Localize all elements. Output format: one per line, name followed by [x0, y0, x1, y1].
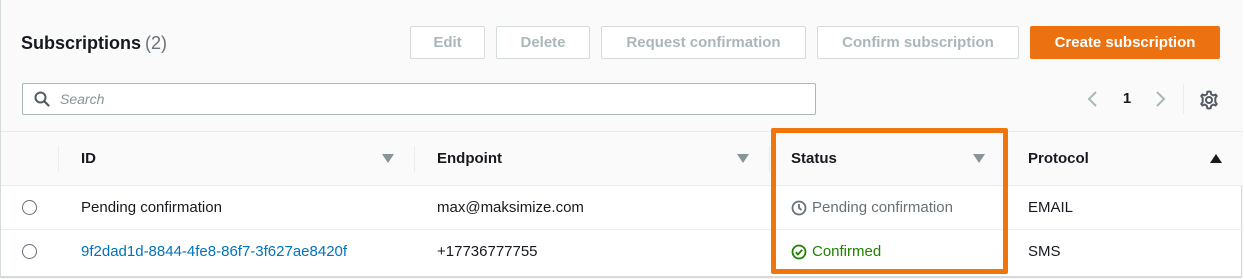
sort-up-icon[interactable]: [1210, 154, 1222, 163]
panel-title: Subscriptions (2): [21, 31, 167, 55]
pager-divider: [1183, 84, 1184, 114]
search-placeholder: Search: [60, 91, 105, 107]
sort-down-icon[interactable]: [382, 154, 394, 163]
cell-endpoint: max@maksimize.com: [437, 199, 584, 216]
subscription-id-link[interactable]: 9f2dad1d-8844-4fe8-86f7-3f627ae8420f: [81, 230, 347, 274]
check-circle-icon: [791, 244, 807, 260]
row-select-radio[interactable]: [22, 200, 37, 215]
request-confirmation-button[interactable]: Request confirmation: [601, 26, 806, 59]
subscriptions-panel: Subscriptions (2) Edit Delete Request con…: [0, 0, 1243, 277]
search-icon: [34, 91, 50, 107]
panel-header: Subscriptions (2) Edit Delete Request con…: [1, 0, 1243, 132]
column-header-status[interactable]: Status: [791, 132, 837, 186]
cell-status: Confirmed: [791, 230, 881, 274]
chevron-left-icon[interactable]: [1083, 87, 1103, 111]
gear-icon[interactable]: [1198, 89, 1220, 111]
chevron-right-icon[interactable]: [1150, 87, 1170, 111]
status-text: Confirmed: [812, 243, 882, 260]
status-text: Pending confirmation: [812, 199, 953, 216]
confirm-subscription-button[interactable]: Confirm subscription: [817, 26, 1019, 59]
title-text: Subscriptions: [21, 33, 142, 53]
cell-id: Pending confirmation: [81, 199, 222, 216]
sort-down-icon[interactable]: [973, 154, 985, 163]
column-divider: [769, 146, 770, 172]
column-divider: [1005, 146, 1006, 172]
search-input[interactable]: Search: [22, 83, 816, 115]
current-page[interactable]: 1: [1117, 87, 1137, 111]
create-subscription-button[interactable]: Create subscription: [1030, 26, 1220, 59]
edit-button[interactable]: Edit: [410, 26, 485, 59]
cell-protocol: EMAIL: [1028, 199, 1074, 216]
table-row[interactable]: Pending confirmation max@maksimize.com P…: [1, 186, 1243, 230]
row-select-radio[interactable]: [22, 244, 37, 259]
column-header-endpoint[interactable]: Endpoint: [437, 132, 502, 186]
column-divider: [414, 146, 415, 172]
clock-icon: [791, 200, 807, 216]
table-header: ID Endpoint Status Protocol: [1, 132, 1243, 186]
subscription-count: (2): [145, 33, 168, 53]
column-header-protocol[interactable]: Protocol: [1028, 132, 1089, 186]
column-header-id[interactable]: ID: [81, 132, 96, 186]
cell-endpoint: +17736777755: [437, 243, 538, 260]
delete-button[interactable]: Delete: [496, 26, 590, 59]
column-divider: [58, 146, 59, 172]
table-row[interactable]: 9f2dad1d-8844-4fe8-86f7-3f627ae8420f +17…: [1, 230, 1243, 274]
cell-protocol: SMS: [1028, 243, 1061, 260]
sort-down-icon[interactable]: [737, 154, 749, 163]
cell-status: Pending confirmation: [791, 186, 953, 230]
